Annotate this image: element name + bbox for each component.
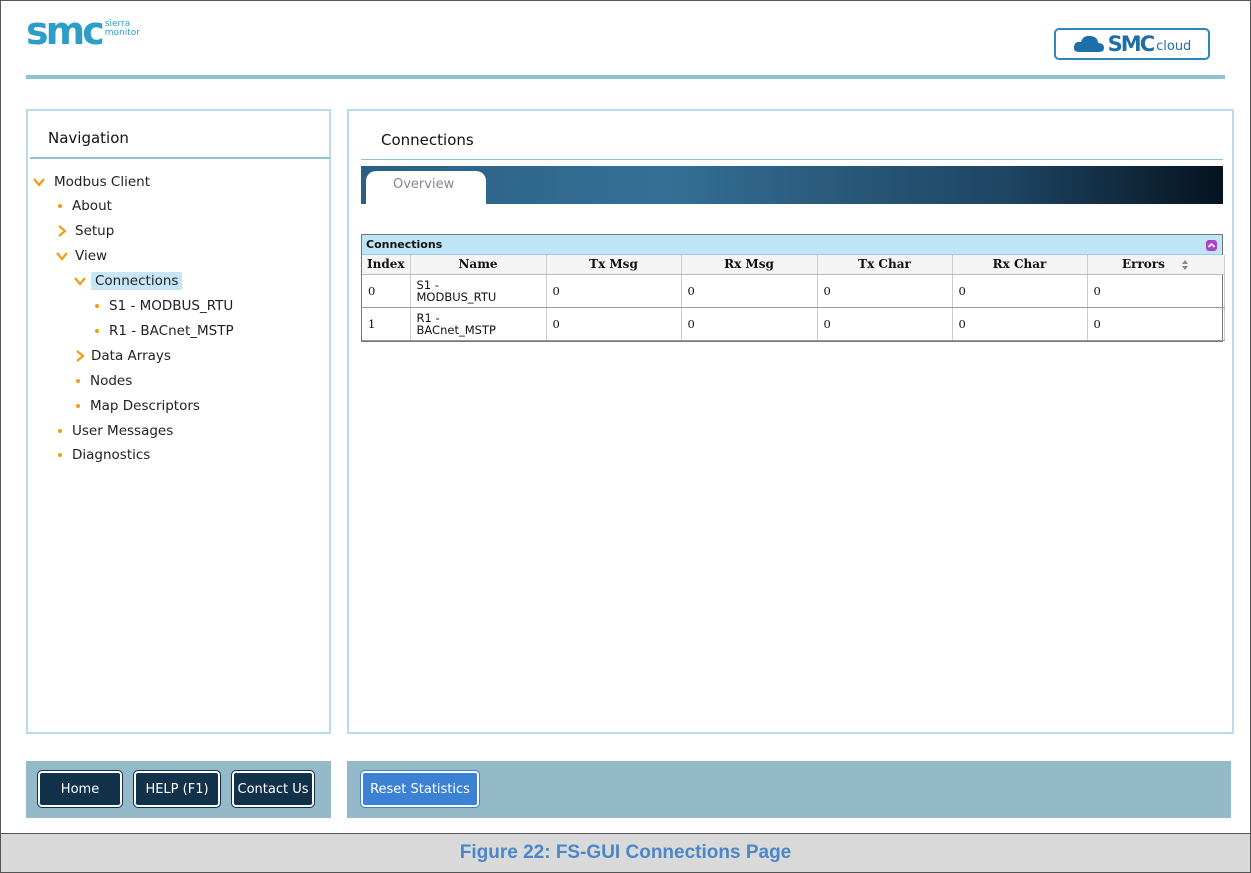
- nav-item-map-descriptors[interactable]: Map Descriptors: [73, 395, 200, 417]
- nav-item-label: S1 - MODBUS_RTU: [109, 298, 234, 314]
- nav-item-nodes[interactable]: Nodes: [73, 370, 132, 392]
- bullet-icon: [58, 453, 62, 457]
- connections-table: Index Name Tx Msg Rx Msg Tx Char Rx Char…: [362, 255, 1225, 341]
- column-header-errors-label: Errors: [1121, 257, 1165, 272]
- nav-item-label: User Messages: [72, 423, 174, 439]
- cell-index: 0: [362, 274, 411, 308]
- left-footer-bar: Home HELP (F1) Contact Us: [26, 761, 331, 818]
- nav-item-label: Data Arrays: [91, 348, 171, 364]
- column-header-tx-msg[interactable]: Tx Msg: [546, 255, 682, 275]
- title-divider: [361, 159, 1223, 160]
- nav-item-data-arrays[interactable]: Data Arrays: [73, 345, 171, 367]
- sort-icon: [1182, 259, 1189, 270]
- nav-item-label: Nodes: [90, 373, 133, 389]
- reset-statistics-button[interactable]: Reset Statistics: [360, 770, 480, 808]
- nav-item-label: Diagnostics: [72, 447, 151, 463]
- nav-item-label: R1 - BACnet_MSTP: [109, 323, 234, 339]
- cell-rx-msg: 0: [681, 307, 818, 341]
- nav-item-label: View: [75, 248, 108, 264]
- bullet-icon: [58, 429, 62, 433]
- smc-cloud-button[interactable]: SMC cloud: [1054, 28, 1210, 60]
- nav-item-label: Connections: [91, 272, 183, 290]
- chevron-down-icon: [74, 277, 86, 286]
- cloud-logo-smc: SMC: [1107, 32, 1155, 56]
- cell-name-line2: MODBUS_RTU: [416, 289, 497, 304]
- logo-sub-line2: monitor: [104, 28, 140, 38]
- chevron-down-icon: [33, 178, 45, 187]
- header-divider: [26, 75, 1225, 79]
- page-title: Connections: [381, 131, 474, 149]
- connections-grid: Connections Index Name Tx Msg Rx Msg Tx …: [361, 234, 1225, 342]
- nav-item-connections[interactable]: Connections: [73, 270, 183, 292]
- cell-name: S1 - MODBUS_RTU: [410, 274, 547, 308]
- cell-tx-char: 0: [817, 307, 953, 341]
- help-button[interactable]: HELP (F1): [133, 770, 221, 808]
- grid-caption-label: Connections: [366, 238, 443, 251]
- column-header-rx-msg[interactable]: Rx Msg: [681, 255, 818, 275]
- cell-rx-char: 0: [952, 307, 1088, 341]
- bullet-icon: [95, 304, 99, 308]
- grid-caption: Connections: [362, 235, 1222, 255]
- cloud-logo-word: cloud: [1156, 38, 1192, 54]
- nav-item-label: Setup: [75, 223, 115, 239]
- cell-tx-msg: 0: [546, 307, 682, 341]
- chevron-down-icon: [56, 252, 68, 261]
- nav-item-view[interactable]: View: [55, 245, 107, 267]
- column-header-tx-char[interactable]: Tx Char: [817, 255, 953, 275]
- cell-index: 1: [362, 307, 411, 341]
- nav-item-label: Map Descriptors: [90, 398, 200, 414]
- figure-caption: Figure 22: FS-GUI Connections Page: [1, 833, 1250, 872]
- cell-name: R1 - BACnet_MSTP: [410, 307, 547, 341]
- nav-title: Navigation: [48, 129, 129, 147]
- table-row[interactable]: 0 S1 - MODBUS_RTU 0 0 0 0 0: [362, 274, 1225, 308]
- logo-subtext: sierra monitor: [105, 20, 140, 38]
- column-header-name[interactable]: Name: [410, 255, 547, 275]
- nav-item-setup[interactable]: Setup: [55, 220, 114, 242]
- smc-logo: smc sierra monitor: [26, 9, 140, 53]
- bullet-icon: [76, 379, 80, 383]
- cell-tx-char: 0: [817, 274, 953, 308]
- nav-item-user-messages[interactable]: User Messages: [55, 420, 173, 442]
- table-row[interactable]: 1 R1 - BACnet_MSTP 0 0 0 0 0: [362, 307, 1225, 341]
- column-header-rx-char[interactable]: Rx Char: [952, 255, 1088, 275]
- cell-tx-msg: 0: [546, 274, 682, 308]
- main-panel: Connections Overview Connections Index N…: [347, 109, 1234, 734]
- tab-overview[interactable]: Overview: [366, 171, 486, 204]
- cell-errors: 0: [1087, 274, 1225, 308]
- nav-item-label: Modbus Client: [54, 174, 151, 190]
- nav-item-diagnostics[interactable]: Diagnostics: [55, 444, 150, 466]
- nav-item-r1-bacnet-mstp[interactable]: R1 - BACnet_MSTP: [92, 320, 234, 342]
- cell-errors: 0: [1087, 307, 1225, 341]
- nav-divider: [30, 157, 330, 159]
- cell-rx-msg: 0: [681, 274, 818, 308]
- nav-item-label: About: [72, 198, 112, 214]
- bullet-icon: [95, 329, 99, 333]
- bullet-icon: [76, 404, 80, 408]
- table-header-row: Index Name Tx Msg Rx Msg Tx Char Rx Char…: [362, 255, 1225, 275]
- navigation-panel: Navigation Modbus Client About Setup Vie…: [26, 109, 331, 734]
- cell-rx-char: 0: [952, 274, 1088, 308]
- collapse-icon[interactable]: [1206, 240, 1217, 251]
- nav-item-modbus-client[interactable]: Modbus Client: [32, 171, 150, 193]
- nav-item-about[interactable]: About: [55, 195, 112, 217]
- cloud-icon: [1073, 35, 1104, 52]
- bullet-icon: [58, 204, 62, 208]
- right-footer-bar: Reset Statistics: [347, 761, 1231, 818]
- chevron-right-icon: [58, 225, 67, 237]
- logo-text: smc: [26, 9, 105, 53]
- home-button[interactable]: Home: [37, 770, 123, 808]
- cell-name-line2: BACnet_MSTP: [416, 322, 496, 337]
- tab-bar: Overview: [361, 166, 1223, 204]
- column-header-index[interactable]: Index: [362, 255, 411, 275]
- nav-item-s1-modbus-rtu[interactable]: S1 - MODBUS_RTU: [92, 295, 233, 317]
- column-header-errors[interactable]: Errors: [1087, 255, 1225, 275]
- chevron-right-icon: [76, 350, 85, 362]
- contact-us-button[interactable]: Contact Us: [231, 770, 315, 808]
